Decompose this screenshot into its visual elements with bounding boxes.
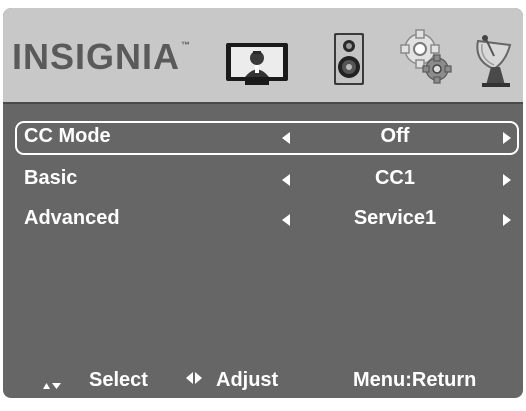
header-divider	[3, 102, 523, 104]
menu-row-value: Off	[380, 125, 410, 147]
speaker-icon[interactable]	[332, 32, 366, 86]
tv-picture-icon[interactable]	[225, 42, 289, 86]
menu-row-value: Service1	[353, 207, 437, 229]
left-right-arrows-icon	[186, 372, 202, 384]
closed-caption-menu: INSIGNIA™ CC Mode Off Basic CC1 Advanced…	[3, 8, 523, 398]
arrow-left-icon[interactable]	[282, 214, 290, 226]
menu-row-label: Basic	[24, 167, 78, 189]
arrow-right-icon[interactable]	[503, 214, 511, 226]
brand-name: INSIGNIA	[12, 36, 181, 77]
menu-footer: Select Adjust Menu:Return	[3, 366, 523, 396]
arrow-right-icon[interactable]	[503, 132, 511, 144]
satellite-dish-icon[interactable]	[472, 31, 522, 89]
menu-return-hint: Menu:Return	[353, 369, 477, 391]
menu-row-label: CC Mode	[24, 125, 111, 147]
adjust-hint: Adjust	[216, 369, 279, 391]
select-hint: Select	[89, 369, 148, 391]
screen-frame: INSIGNIA™ CC Mode Off Basic CC1 Advanced…	[0, 0, 526, 411]
arrow-left-icon[interactable]	[282, 174, 290, 186]
menu-row-advanced[interactable]: Advanced Service1	[15, 203, 519, 237]
menu-row-cc-mode[interactable]: CC Mode Off	[15, 121, 519, 155]
menu-header: INSIGNIA™	[3, 8, 523, 102]
menu-row-basic[interactable]: Basic CC1	[15, 163, 519, 197]
arrow-left-icon[interactable]	[282, 132, 290, 144]
menu-row-label: Advanced	[24, 207, 120, 229]
brand-trademark: ™	[181, 40, 192, 50]
gears-settings-icon[interactable]	[396, 29, 454, 87]
brand-logo: INSIGNIA™	[12, 36, 191, 78]
menu-row-value: CC1	[374, 167, 415, 189]
arrow-right-icon[interactable]	[503, 174, 511, 186]
up-down-arrows-icon	[43, 383, 61, 389]
